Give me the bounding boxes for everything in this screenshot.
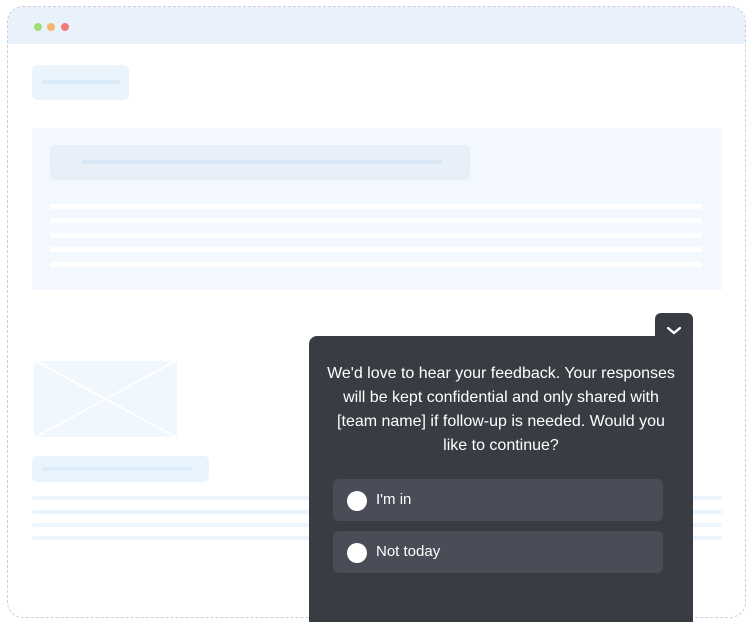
radio-button[interactable] bbox=[347, 543, 367, 563]
placeholder-text-line bbox=[50, 247, 702, 252]
placeholder-line bbox=[42, 80, 120, 84]
placeholder-text-line bbox=[50, 262, 702, 267]
feedback-survey-panel: We'd love to hear your feedback. Your re… bbox=[309, 336, 693, 622]
placeholder-text-line bbox=[50, 204, 702, 209]
window-close-dot[interactable] bbox=[61, 23, 69, 31]
window-minimize-dot[interactable] bbox=[47, 23, 55, 31]
placeholder-text-line bbox=[50, 218, 702, 223]
option-label: I'm in bbox=[376, 491, 412, 508]
placeholder-line bbox=[82, 160, 442, 164]
chevron-down-icon bbox=[667, 327, 681, 335]
placeholder-image bbox=[32, 359, 179, 439]
placeholder-caption bbox=[32, 456, 209, 482]
placeholder-content-card bbox=[32, 128, 722, 290]
option-label: Not today bbox=[376, 543, 441, 560]
placeholder-card-header bbox=[50, 145, 470, 180]
placeholder-line bbox=[42, 467, 192, 471]
option-not-today[interactable]: Not today bbox=[333, 531, 663, 573]
survey-question: We'd love to hear your feedback. Your re… bbox=[327, 365, 675, 454]
window-maximize-dot[interactable] bbox=[34, 23, 42, 31]
radio-button[interactable] bbox=[347, 491, 367, 511]
image-placeholder-icon bbox=[32, 359, 179, 439]
option-im-in[interactable]: I'm in bbox=[333, 479, 663, 521]
placeholder-text-line bbox=[50, 233, 702, 238]
placeholder-nav-pill bbox=[32, 65, 129, 100]
title-bar bbox=[8, 7, 745, 44]
